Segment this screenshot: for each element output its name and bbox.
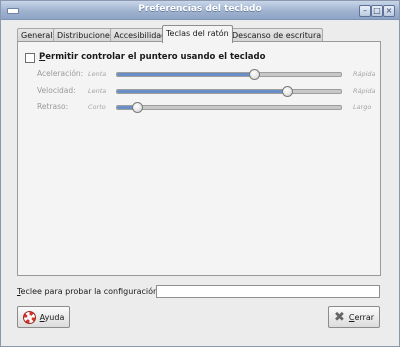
speed-label: Velocidad:	[37, 86, 76, 95]
speed-slider[interactable]	[116, 86, 342, 97]
tab-descanso-de-escritura[interactable]: Descanso de escritura	[228, 28, 323, 42]
speed-high-label: Rápida	[353, 87, 376, 95]
title-bar[interactable]: Preferencias del teclado – □ ×	[1, 1, 399, 20]
speed-low-label: Lenta	[88, 87, 107, 95]
test-input[interactable]	[156, 285, 380, 298]
close-button[interactable]: ✖ Cerrar	[328, 306, 380, 328]
close-x-icon: ✖	[333, 309, 345, 325]
delay-low-label: Corto	[88, 103, 106, 111]
test-field-label: Teclee para probar la configuración:	[17, 287, 161, 296]
acceleration-high-label: Rápida	[353, 70, 376, 78]
minimize-icon[interactable]: –	[359, 5, 371, 17]
mouse-keys-checkbox-label[interactable]: Permitir controlar el puntero usando el …	[39, 51, 265, 63]
lifebuoy-icon	[22, 310, 36, 324]
speed-slider-thumb[interactable]	[282, 86, 293, 97]
tab-distribuciones[interactable]: Distribuciones	[53, 28, 116, 42]
delay-slider[interactable]	[116, 102, 342, 113]
acceleration-label: Aceleración:	[37, 69, 84, 78]
tab-accesibilidad[interactable]: Accesibilidad	[110, 28, 167, 42]
maximize-icon[interactable]: □	[371, 5, 383, 17]
acceleration-slider-thumb[interactable]	[249, 69, 260, 80]
delay-label: Retraso:	[37, 102, 69, 111]
acceleration-low-label: Lenta	[88, 70, 107, 78]
acceleration-slider[interactable]	[116, 69, 342, 80]
delay-high-label: Largo	[353, 103, 372, 111]
delay-slider-thumb[interactable]	[132, 102, 143, 113]
window-close-icon[interactable]: ×	[383, 5, 395, 17]
tab-teclas-del-raton[interactable]: Teclas del ratón	[162, 25, 233, 43]
mouse-keys-checkbox[interactable]	[25, 53, 35, 63]
window-title: Preferencias del teclado	[138, 4, 262, 14]
help-button[interactable]: Ayuda	[17, 306, 70, 328]
